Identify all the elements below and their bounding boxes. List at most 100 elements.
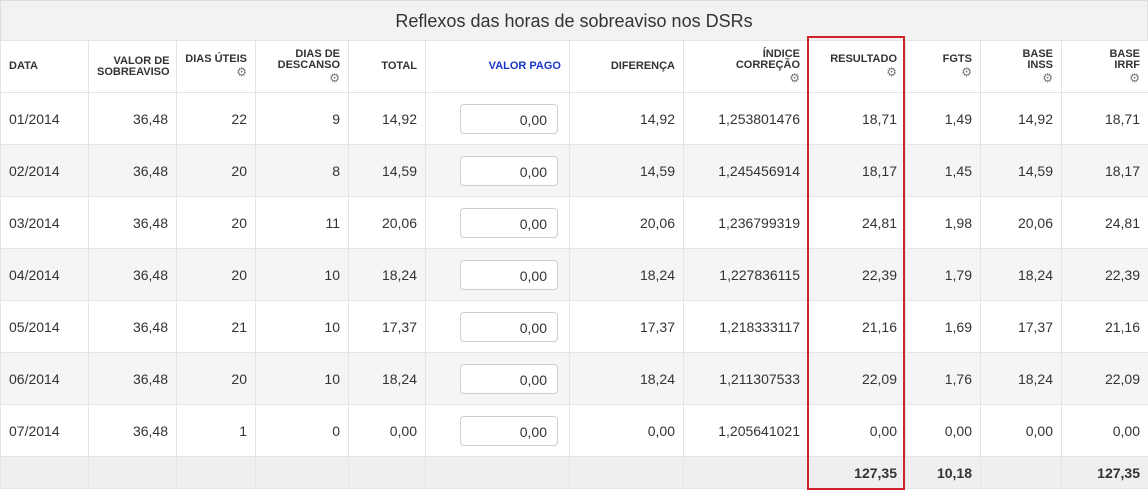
cell-valor-sobreaviso: 36,48 — [88, 404, 177, 457]
cell-diferenca: 18,24 — [569, 352, 684, 405]
valor-pago-input[interactable]: 0,00 — [460, 415, 558, 446]
cell-total: 0,00 — [348, 404, 426, 457]
cell-fgts: 1,98 — [905, 196, 981, 249]
cell-dias-descanso: 10 — [255, 300, 349, 353]
total-cell — [348, 456, 426, 489]
valor-pago-input[interactable]: 0,00 — [460, 207, 558, 238]
cell-diferenca: 20,06 — [569, 196, 684, 249]
cell-base-inss: 0,00 — [980, 404, 1062, 457]
col-fgts[interactable]: FGTS ⚙ — [905, 40, 981, 93]
total-cell — [980, 456, 1062, 489]
cell-dias-uteis: 1 — [176, 404, 256, 457]
total-cell — [569, 456, 684, 489]
gear-icon[interactable]: ⚙ — [736, 72, 800, 84]
cell-dias-uteis: 22 — [176, 92, 256, 145]
cell-data: 06/2014 — [0, 352, 89, 405]
gear-icon[interactable]: ⚙ — [1022, 72, 1053, 84]
total-cell — [255, 456, 349, 489]
cell-valor-pago: 0,00 — [425, 300, 570, 353]
col-indice-correcao[interactable]: ÍNDICE CORREÇÃO ⚙ — [683, 40, 809, 93]
cell-valor-pago: 0,00 — [425, 404, 570, 457]
cell-diferenca: 14,59 — [569, 144, 684, 197]
cell-fgts: 1,45 — [905, 144, 981, 197]
cell-base-irrf: 22,39 — [1061, 248, 1148, 301]
col-base-inss[interactable]: BASE INSS ⚙ — [980, 40, 1062, 93]
cell-data: 01/2014 — [0, 92, 89, 145]
cell-diferenca: 0,00 — [569, 404, 684, 457]
cell-dias-uteis: 20 — [176, 144, 256, 197]
cell-dias-descanso: 10 — [255, 248, 349, 301]
valor-pago-input[interactable]: 0,00 — [460, 311, 558, 342]
cell-total: 18,24 — [348, 352, 426, 405]
valor-pago-input[interactable]: 0,00 — [460, 259, 558, 290]
col-data[interactable]: DATA — [0, 40, 89, 93]
cell-valor-sobreaviso: 36,48 — [88, 300, 177, 353]
table-row: 06/2014 36,48 20 10 18,24 0,00 18,24 1,21130753… — [0, 352, 1148, 405]
table-row: 03/2014 36,48 20 11 20,06 0,00 20,06 1,23679931… — [0, 196, 1148, 249]
valor-pago-input[interactable]: 0,00 — [460, 103, 558, 134]
cell-total: 14,59 — [348, 144, 426, 197]
cell-base-inss: 18,24 — [980, 352, 1062, 405]
cell-dias-descanso: 8 — [255, 144, 349, 197]
col-dias-uteis[interactable]: DIAS ÚTEIS ⚙ — [176, 40, 256, 93]
cell-dias-uteis: 21 — [176, 300, 256, 353]
reflexos-panel: Reflexos das horas de sobreaviso nos DSR… — [0, 0, 1148, 492]
cell-resultado: 0,00 — [808, 404, 906, 457]
gear-icon[interactable]: ⚙ — [830, 66, 897, 78]
cell-valor-pago: 0,00 — [425, 92, 570, 145]
cell-total: 14,92 — [348, 92, 426, 145]
cell-base-inss: 14,59 — [980, 144, 1062, 197]
cell-data: 04/2014 — [0, 248, 89, 301]
valor-pago-link[interactable]: VALOR PAGO — [489, 60, 561, 72]
cell-total: 20,06 — [348, 196, 426, 249]
table-row: 05/2014 36,48 21 10 17,37 0,00 17,37 1,21833311… — [0, 300, 1148, 353]
gear-icon[interactable]: ⚙ — [278, 72, 340, 84]
col-total[interactable]: TOTAL — [348, 40, 426, 93]
total-resultado: 127,35 — [808, 456, 906, 489]
gear-icon[interactable]: ⚙ — [1109, 72, 1140, 84]
cell-total: 18,24 — [348, 248, 426, 301]
col-valor-pago[interactable]: VALOR PAGO — [425, 40, 570, 93]
col-valor-sobreaviso[interactable]: VALOR DE SOBREAVISO — [88, 40, 177, 93]
cell-base-irrf: 24,81 — [1061, 196, 1148, 249]
cell-data: 02/2014 — [0, 144, 89, 197]
col-base-irrf[interactable]: BASE IRRF ⚙ — [1061, 40, 1148, 93]
gear-icon[interactable]: ⚙ — [185, 66, 247, 78]
cell-valor-sobreaviso: 36,48 — [88, 352, 177, 405]
cell-base-irrf: 21,16 — [1061, 300, 1148, 353]
valor-pago-input[interactable]: 0,00 — [460, 363, 558, 394]
gear-icon[interactable]: ⚙ — [943, 66, 972, 78]
cell-indice-correcao: 1,253801476 — [683, 92, 809, 145]
cell-diferenca: 18,24 — [569, 248, 684, 301]
cell-base-irrf: 18,17 — [1061, 144, 1148, 197]
cell-diferenca: 17,37 — [569, 300, 684, 353]
total-cell — [0, 456, 89, 489]
cell-resultado: 22,09 — [808, 352, 906, 405]
totals-row: 127,35 10,18 127,35 — [0, 456, 1148, 489]
cell-indice-correcao: 1,236799319 — [683, 196, 809, 249]
cell-fgts: 1,76 — [905, 352, 981, 405]
cell-base-inss: 20,06 — [980, 196, 1062, 249]
cell-valor-pago: 0,00 — [425, 248, 570, 301]
col-resultado[interactable]: RESULTADO ⚙ — [808, 40, 906, 93]
cell-base-irrf: 18,71 — [1061, 92, 1148, 145]
cell-resultado: 18,17 — [808, 144, 906, 197]
col-dias-descanso[interactable]: DIAS DE DESCANSO ⚙ — [255, 40, 349, 93]
valor-pago-input[interactable]: 0,00 — [460, 155, 558, 186]
cell-valor-sobreaviso: 36,48 — [88, 248, 177, 301]
cell-indice-correcao: 1,218333117 — [683, 300, 809, 353]
cell-dias-descanso: 9 — [255, 92, 349, 145]
cell-dias-uteis: 20 — [176, 352, 256, 405]
cell-base-irrf: 0,00 — [1061, 404, 1148, 457]
cell-dias-descanso: 10 — [255, 352, 349, 405]
cell-base-inss: 17,37 — [980, 300, 1062, 353]
cell-total: 17,37 — [348, 300, 426, 353]
cell-dias-uteis: 20 — [176, 248, 256, 301]
cell-data: 05/2014 — [0, 300, 89, 353]
col-diferenca[interactable]: DIFERENÇA — [569, 40, 684, 93]
cell-fgts: 0,00 — [905, 404, 981, 457]
table-row: 04/2014 36,48 20 10 18,24 0,00 18,24 1,22783611… — [0, 248, 1148, 301]
cell-valor-pago: 0,00 — [425, 352, 570, 405]
total-cell — [683, 456, 809, 489]
cell-indice-correcao: 1,245456914 — [683, 144, 809, 197]
